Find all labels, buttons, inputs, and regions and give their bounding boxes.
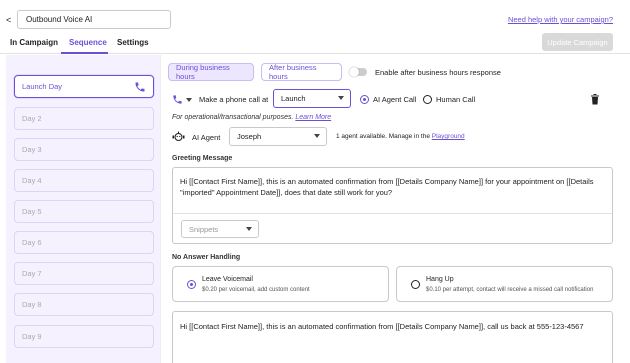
divider: [173, 213, 612, 214]
toggle-knob: [349, 67, 359, 77]
during-business-hours-button[interactable]: During business hours: [168, 63, 254, 81]
sidebar-day-launch[interactable]: Launch Day: [14, 75, 154, 98]
sidebar-day-5[interactable]: Day 5: [14, 200, 154, 223]
tab-in-campaign[interactable]: In Campaign: [10, 38, 58, 47]
day-label: Day 5: [22, 207, 42, 216]
robot-icon: [172, 131, 185, 142]
campaign-name-input[interactable]: Outbound Voice AI: [17, 10, 171, 29]
agent-info-text: 1 agent available. Manage in the: [336, 133, 430, 140]
phone-icon: [173, 95, 182, 104]
make-call-label: Make a phone call: [199, 95, 260, 104]
call-timing-value: Launch: [281, 94, 306, 103]
back-icon[interactable]: <: [6, 14, 16, 26]
snippets-select[interactable]: Snippets: [181, 220, 259, 238]
hang-up-option[interactable]: Hang Up $0.10 per attempt, contact will …: [396, 266, 613, 302]
after-hours-toggle-label: Enable after business hours response: [375, 68, 501, 77]
leave-voicemail-sub: $0.20 per voicemail, add custom content: [202, 287, 310, 293]
sidebar-day-6[interactable]: Day 6: [14, 231, 154, 254]
after-hours-toggle[interactable]: [349, 67, 367, 77]
action-type-dropdown-icon[interactable]: [186, 98, 192, 102]
sidebar-day-7[interactable]: Day 7: [14, 262, 154, 285]
tab-sequence[interactable]: Sequence: [69, 38, 107, 47]
sidebar-day-8[interactable]: Day 8: [14, 293, 154, 316]
greeting-message-box: Hi [[Contact First Name]], this is an au…: [172, 167, 613, 244]
sidebar-day-3[interactable]: Day 3: [14, 138, 154, 161]
leave-voicemail-title: Leave Voicemail: [202, 276, 253, 283]
ai-agent-select[interactable]: Joseph: [229, 127, 327, 146]
voicemail-message-box: Hi [[Contact First Name]], this is an au…: [172, 311, 613, 363]
help-link[interactable]: Need help with your campaign?: [508, 15, 613, 24]
greeting-message-input[interactable]: Hi [[Contact First Name]], this is an au…: [180, 177, 598, 198]
day-label: Launch Day: [22, 82, 63, 91]
phone-icon: [135, 82, 145, 92]
sidebar-day-9[interactable]: Day 9: [14, 325, 154, 348]
sidebar-day-2[interactable]: Day 2: [14, 107, 154, 130]
leave-voicemail-option[interactable]: Leave Voicemail $0.20 per voicemail, add…: [172, 266, 389, 302]
agent-availability-text: 1 agent available. Manage in the Playgro…: [336, 133, 465, 140]
divider: [160, 55, 161, 363]
hang-up-radio[interactable]: [411, 280, 420, 289]
human-call-radio[interactable]: [423, 95, 432, 104]
update-campaign-button[interactable]: Update Campaign: [542, 33, 613, 51]
purpose-note: For operational/transactional purposes. …: [172, 114, 331, 121]
leave-voicemail-radio[interactable]: [187, 280, 196, 289]
voicemail-message-input[interactable]: Hi [[Contact First Name]], this is an au…: [180, 322, 606, 333]
hang-up-sub: $0.10 per attempt, contact will receive …: [426, 287, 594, 293]
playground-link[interactable]: Playground: [432, 133, 465, 140]
day-label: Day 7: [22, 269, 42, 278]
at-label: at: [262, 95, 269, 104]
day-label: Day 8: [22, 300, 42, 309]
tab-bar: In Campaign Sequence Settings: [0, 30, 630, 54]
human-call-label: Human Call: [436, 95, 476, 104]
chevron-down-icon: [246, 227, 252, 231]
day-label: Day 9: [22, 332, 42, 341]
sequence-sidebar: Launch Day Day 2 Day 3 Day 4 Day 5 Day 6…: [6, 55, 160, 363]
hang-up-title: Hang Up: [426, 276, 454, 283]
day-label: Day 4: [22, 176, 42, 185]
call-timing-select[interactable]: Launch: [273, 89, 351, 108]
active-tab-indicator: [61, 52, 108, 54]
day-label: Day 3: [22, 145, 42, 154]
sidebar-day-4[interactable]: Day 4: [14, 169, 154, 192]
chevron-down-icon: [338, 96, 344, 100]
ai-agent-call-label: AI Agent Call: [373, 95, 417, 104]
snippets-label: Snippets: [189, 224, 219, 234]
tab-settings[interactable]: Settings: [117, 38, 149, 47]
chevron-down-icon: [314, 134, 320, 138]
ai-agent-value: Joseph: [237, 132, 262, 141]
trash-icon[interactable]: [590, 93, 600, 105]
ai-agent-call-radio[interactable]: [360, 95, 369, 104]
day-label: Day 2: [22, 114, 42, 123]
ai-agent-label: AI Agent: [192, 133, 221, 142]
after-business-hours-button[interactable]: After business hours: [261, 63, 342, 81]
day-label: Day 6: [22, 238, 42, 247]
learn-more-link[interactable]: Learn More: [295, 114, 331, 121]
greeting-message-title: Greeting Message: [172, 155, 233, 162]
purpose-note-text: For operational/transactional purposes.: [172, 114, 294, 121]
no-answer-title: No Answer Handling: [172, 254, 241, 261]
